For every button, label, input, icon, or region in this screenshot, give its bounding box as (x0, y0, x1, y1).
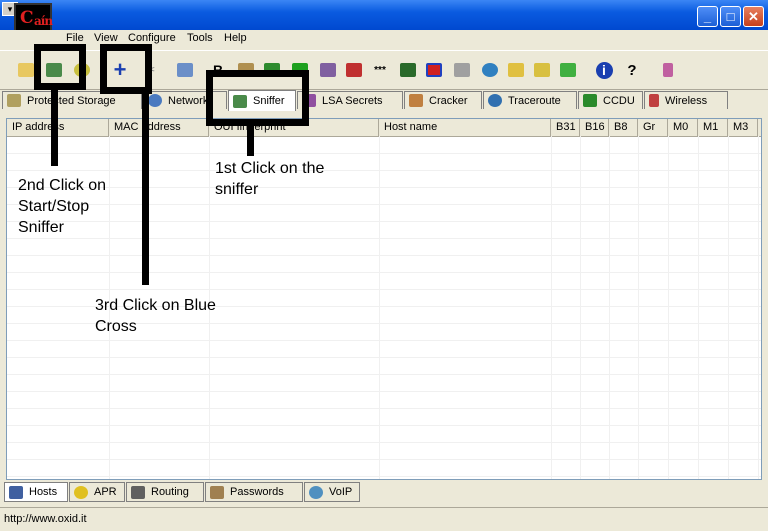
pointer-line-1st (247, 124, 254, 156)
col-m1[interactable]: M1 (698, 119, 728, 136)
highlight-blue-cross (100, 44, 152, 94)
col-mac-address[interactable]: MAC address (109, 119, 209, 136)
help-icon[interactable]: ? (622, 60, 642, 80)
tab-label: Network (168, 94, 209, 107)
tab-lsa-secrets[interactable]: LSA Secrets (297, 91, 403, 109)
tab-label: Passwords (230, 486, 284, 498)
tab-label: APR (94, 486, 117, 498)
tab-apr[interactable]: APR (69, 482, 125, 502)
import-icon[interactable] (175, 60, 195, 80)
logo-sub: aín (34, 14, 53, 28)
app-logo: C aín (14, 3, 53, 33)
wireless-key-icon[interactable] (318, 60, 338, 80)
grid-row-divider (7, 272, 761, 273)
password-reveal-icon[interactable]: *** (370, 60, 390, 80)
grid-row-divider (7, 153, 761, 154)
col-host-name[interactable]: Host name (379, 119, 551, 136)
highlight-start-stop-sniffer (34, 44, 86, 90)
tab-passwords[interactable]: Passwords (205, 482, 303, 502)
routing-icon (131, 485, 145, 499)
pointer-line-3rd (142, 92, 149, 285)
key-icon[interactable] (532, 60, 552, 80)
close-button[interactable]: ✕ (743, 6, 764, 27)
globe-icon[interactable] (480, 60, 500, 80)
grid-row-divider (7, 340, 761, 341)
minimize-button[interactable]: _ (697, 6, 718, 27)
tab-label: Wireless (665, 94, 708, 107)
maximize-button[interactable]: □ (720, 6, 741, 27)
tab-wireless[interactable]: Wireless (644, 91, 728, 109)
annotation-third-click: 3rd Click on Blue Cross (95, 297, 216, 335)
dump-icon[interactable] (424, 60, 444, 80)
hash-calc-icon[interactable] (452, 60, 472, 80)
col-b31[interactable]: B31 (551, 119, 580, 136)
menu-configure[interactable]: Configure (128, 32, 176, 44)
voip-icon (309, 485, 323, 499)
grid-row-divider (7, 289, 761, 290)
annotation-second-click: 2nd Click on Start/Stop Sniffer (18, 177, 107, 236)
tab-label: Routing (151, 486, 189, 498)
tab-label: VoIP (329, 486, 353, 498)
hosts-icon (9, 485, 23, 499)
info-icon[interactable]: i (594, 60, 614, 80)
menu-help[interactable]: Help (224, 32, 247, 44)
menu-tools[interactable]: Tools (187, 32, 213, 44)
grid-row-divider (7, 374, 761, 375)
col-b16[interactable]: B16 (580, 119, 609, 136)
tab-label: Hosts (29, 486, 58, 498)
tab-label: Cracker (429, 94, 468, 107)
grid-row-divider (7, 170, 761, 171)
grid-row-divider (7, 238, 761, 239)
apr-icon (74, 485, 88, 499)
grid-row-divider (7, 255, 761, 256)
passwords-icon (210, 485, 224, 499)
grid-row-divider (7, 476, 761, 477)
status-url: http://www.oxid.it (4, 513, 87, 525)
col-m3[interactable]: M3 (728, 119, 758, 136)
tab-label: Protected Storage (27, 94, 116, 107)
tab-voip[interactable]: VoIP (304, 482, 360, 502)
col-ip-address[interactable]: IP address (7, 119, 109, 136)
wifi-icon[interactable] (558, 60, 578, 80)
pointer-line-2nd (51, 88, 58, 166)
tab-hosts[interactable]: Hosts (4, 482, 68, 502)
status-bar: http://www.oxid.it (0, 507, 768, 531)
col-m0[interactable]: M0 (668, 119, 698, 136)
grid-row-divider (7, 425, 761, 426)
col-gr[interactable]: Gr (638, 119, 668, 136)
network-icon (148, 94, 162, 107)
tab-label: LSA Secrets (322, 94, 383, 107)
annotation-first-click: 1st Click on the sniffer (215, 160, 325, 198)
traceroute-icon (488, 94, 502, 107)
exit-icon[interactable] (658, 60, 678, 80)
wireless-icon (649, 94, 659, 107)
grid-header: IP address MAC address OUI fingerprint H… (7, 119, 761, 137)
highlight-sniffer-tab (206, 70, 309, 126)
col-b8[interactable]: B8 (609, 119, 638, 136)
tab-label: Traceroute (508, 94, 561, 107)
tab-label: CCDU (603, 94, 635, 107)
tab-cracker[interactable]: Cracker (404, 91, 482, 109)
menu-view[interactable]: View (94, 32, 118, 44)
grid-row-divider (7, 442, 761, 443)
tab-traceroute[interactable]: Traceroute (483, 91, 577, 109)
grid-row-divider (7, 357, 761, 358)
logo-letter: C (20, 8, 33, 28)
cert-icon[interactable] (506, 60, 526, 80)
grid-row-divider (7, 459, 761, 460)
protected-storage-icon (7, 94, 21, 107)
title-bar: ▾ C aín _ □ ✕ (0, 0, 768, 33)
open-folder-icon[interactable] (16, 60, 36, 80)
menu-file[interactable]: File (66, 32, 84, 44)
pwd-dc-icon[interactable] (344, 60, 364, 80)
grid-row-divider (7, 391, 761, 392)
tab-ccdu[interactable]: CCDU (578, 91, 643, 109)
tab-routing[interactable]: Routing (126, 482, 204, 502)
bottom-tab-bar: Hosts APR Routing Passwords VoIP (0, 480, 768, 504)
cracker-icon (409, 94, 423, 107)
terminal-icon[interactable] (398, 60, 418, 80)
ccdu-icon (583, 94, 597, 107)
grid-row-divider (7, 408, 761, 409)
